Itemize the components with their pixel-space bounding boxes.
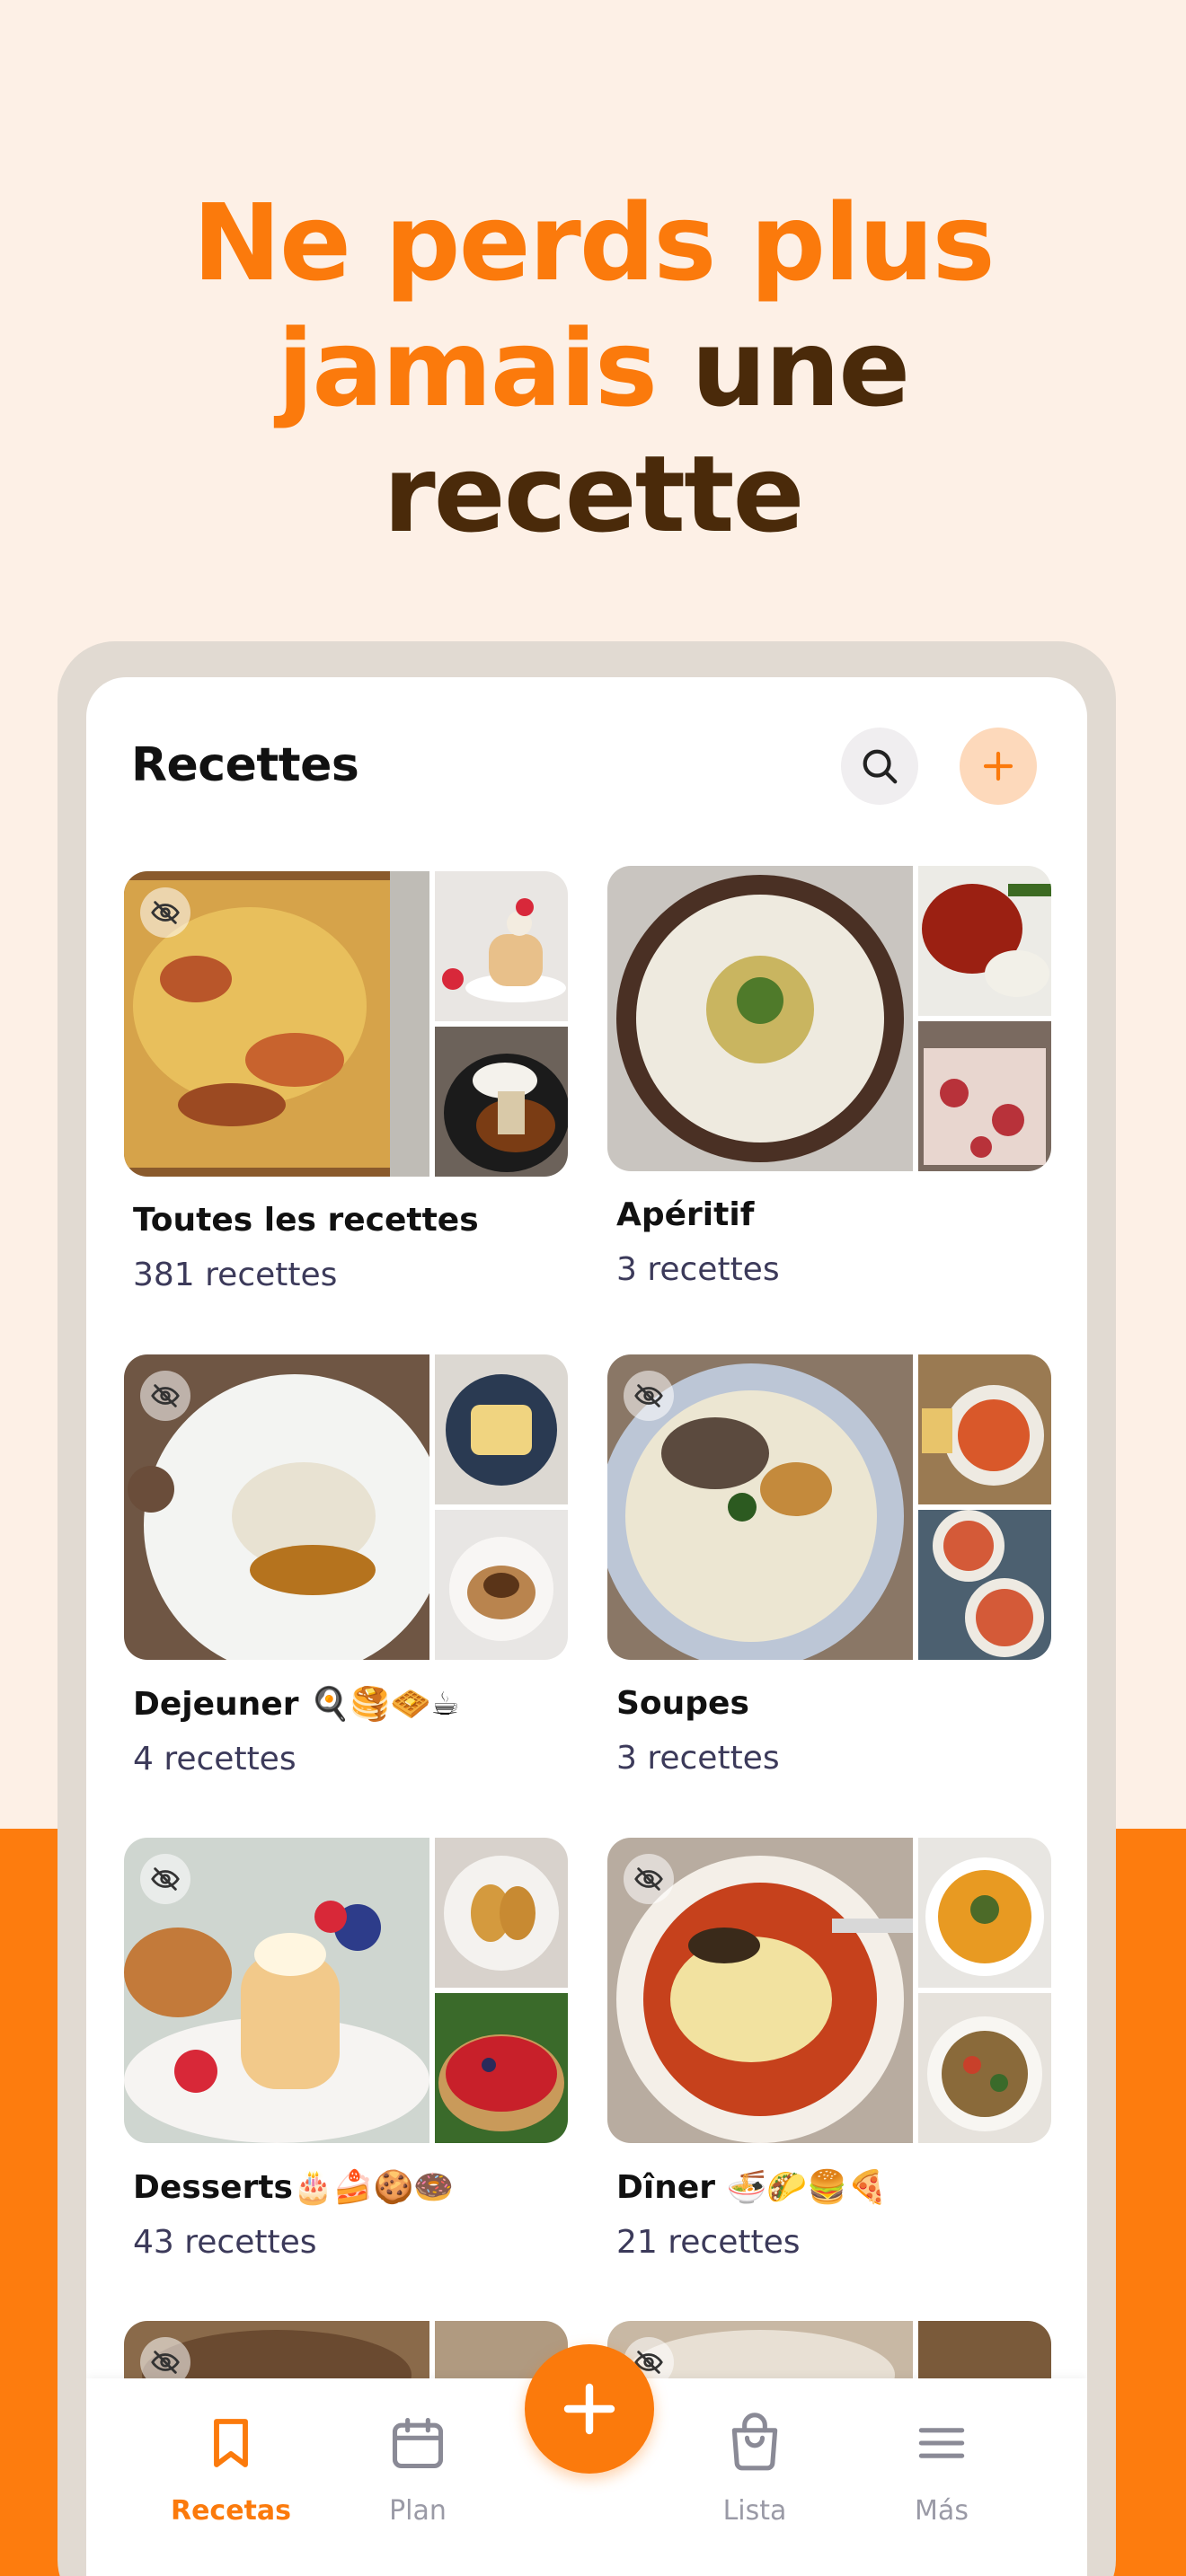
eye-off-icon: [151, 1384, 180, 1407]
collection-name: Desserts🎂🍰🍪🍩: [133, 2169, 455, 2206]
add-collection-button[interactable]: [960, 728, 1037, 805]
collection-count: 381 recettes: [133, 1257, 338, 1293]
headline-line-2-rest: une: [691, 306, 910, 430]
collection-name: Toutes les recettes: [133, 1202, 479, 1239]
collection-image-collage: [607, 1354, 1051, 1660]
nav-label: Más: [915, 2495, 969, 2527]
collection-card[interactable]: Soupes 3 recettes: [607, 1354, 1051, 1777]
headline-line-3: recette: [383, 432, 804, 556]
collection-name: Apéritif: [616, 1196, 755, 1233]
nav-label: Lista: [722, 2495, 787, 2527]
collection-count: 43 recettes: [133, 2224, 317, 2261]
app-screen: Recettes Toutes les recettes 381 recette…: [86, 677, 1087, 2576]
collection-count: 3 recettes: [616, 1251, 780, 1288]
nav-label: Recetas: [170, 2495, 292, 2527]
collection-image-collage: [607, 1838, 1051, 2143]
collection-name: Dîner 🍜🌮🍔🍕: [616, 2169, 888, 2206]
eye-off-icon: [634, 1384, 663, 1407]
hidden-badge: [140, 887, 190, 938]
hidden-badge: [140, 1371, 190, 1421]
hidden-badge: [624, 1371, 674, 1421]
shopping-bag-icon: [731, 2413, 778, 2471]
eye-off-icon: [151, 901, 180, 924]
collection-image-collage: [124, 871, 568, 1177]
collection-count: 4 recettes: [133, 1741, 296, 1778]
nav-item-recetas[interactable]: Recetas: [150, 2411, 312, 2527]
collection-name: Soupes: [616, 1685, 749, 1722]
collection-image-collage: [124, 1354, 568, 1660]
collection-card[interactable]: Apéritif 3 recettes: [607, 866, 1051, 1288]
hidden-badge: [140, 1854, 190, 1904]
collection-count: 3 recettes: [616, 1740, 780, 1777]
marketing-headline: Ne perds plus jamais une recette: [0, 180, 1186, 557]
collection-name: Dejeuner 🍳🥞🧇☕: [133, 1686, 460, 1723]
headline-line-1: Ne perds plus: [192, 181, 995, 304]
recipe-photo-tomato-soup: [918, 1354, 1051, 1504]
recipe-photo-dip-bowl: [607, 866, 913, 1171]
recipe-photo-pancakes: [435, 871, 568, 1021]
search-icon: [863, 749, 898, 784]
headline-accent-word: jamais: [277, 306, 658, 430]
collection-card[interactable]: Dîner 🍜🌮🍔🍕 21 recettes: [607, 1838, 1051, 2261]
nav-item-plan[interactable]: Plan: [337, 2411, 499, 2527]
recipe-photo-pastries: [918, 1021, 1051, 1171]
recipe-photo-curry-soup: [918, 1838, 1051, 1988]
collection-card[interactable]: Toutes les recettes 381 recettes: [124, 871, 568, 1293]
collection-card[interactable]: Desserts🎂🍰🍪🍩 43 recettes: [124, 1838, 568, 2261]
recipe-photo-berry-tart: [435, 1993, 568, 2143]
collection-image-collage: [607, 866, 1051, 1171]
recipe-photo-madeleines: [435, 1838, 568, 1988]
nav-item-mas[interactable]: Más: [861, 2411, 1022, 2527]
plus-icon: [563, 2383, 615, 2435]
recipe-photo-soup-bowls: [918, 1510, 1051, 1660]
nav-item-lista[interactable]: Lista: [674, 2411, 836, 2527]
eye-off-icon: [634, 1867, 663, 1891]
eye-off-icon: [151, 1867, 180, 1891]
search-button[interactable]: [841, 728, 918, 805]
nav-label: Plan: [389, 2495, 447, 2527]
collection-count: 21 recettes: [616, 2224, 801, 2261]
calendar-icon: [392, 2417, 444, 2469]
add-recipe-fab[interactable]: [525, 2344, 654, 2474]
bookmark-icon: [214, 2419, 248, 2467]
menu-icon: [918, 2428, 965, 2458]
recipe-photo-pancake-stack: [435, 1510, 568, 1660]
collection-image-collage: [124, 1838, 568, 2143]
eye-off-icon: [151, 2351, 180, 2374]
recipe-photo-glazed-chicken: [918, 866, 1051, 1016]
recipe-photo-rice-plate: [435, 1027, 568, 1177]
recipe-photo-salad-bowl: [918, 1993, 1051, 2143]
page-title: Recettes: [131, 738, 359, 792]
collection-card[interactable]: Dejeuner 🍳🥞🧇☕ 4 recettes: [124, 1354, 568, 1778]
recipe-photo-ravioli: [435, 1354, 568, 1504]
plus-icon: [983, 751, 1013, 781]
hidden-badge: [624, 1854, 674, 1904]
